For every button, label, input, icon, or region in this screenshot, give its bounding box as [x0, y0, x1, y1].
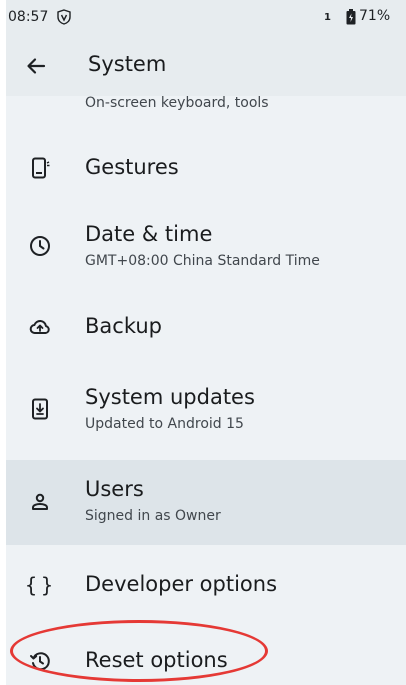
page-title: System	[88, 52, 167, 76]
list-item-subtitle: GMT+08:00 China Standard Time	[85, 253, 320, 269]
list-item-title: Reset options	[85, 648, 228, 672]
list-item-system-updates[interactable]: System updates Updated to Android 15	[6, 370, 406, 448]
status-bar: 08:57 1 71%	[6, 0, 406, 36]
list-item-title: Developer options	[85, 572, 278, 596]
list-item-backup[interactable]: Backup	[6, 288, 406, 366]
list-item-reset-options[interactable]: Reset options	[6, 624, 406, 685]
list-item-partial-subtitle[interactable]: On-screen keyboard, tools	[85, 95, 269, 111]
settings-screen: 08:57 1 71% System On-screen keyboard, t…	[6, 0, 406, 685]
battery-percent: 71%	[359, 8, 391, 24]
list-item-users[interactable]: Users Signed in as Owner	[6, 460, 406, 545]
clock-icon	[30, 236, 50, 256]
sim-indicator: 1	[324, 12, 331, 23]
code-braces-icon: {}	[24, 573, 58, 597]
system-update-icon	[32, 398, 48, 420]
list-item-gestures[interactable]: Gestures	[6, 129, 406, 207]
list-item-developer-options[interactable]: {} Developer options	[6, 546, 406, 624]
vpn-shield-icon	[57, 9, 71, 25]
person-icon	[32, 493, 48, 510]
status-time: 08:57	[8, 9, 49, 25]
cloud-upload-icon	[29, 320, 50, 334]
list-item-subtitle: Updated to Android 15	[85, 416, 244, 432]
list-item-title: Date & time	[85, 222, 213, 246]
list-item-title: System updates	[85, 385, 255, 409]
list-item-subtitle: Signed in as Owner	[85, 508, 221, 524]
list-item-date-time[interactable]: Date & time GMT+08:00 China Standard Tim…	[6, 207, 406, 285]
list-item-title: Backup	[85, 314, 162, 338]
arrow-left-icon[interactable]	[20, 50, 52, 82]
list-item-title: Gestures	[85, 155, 179, 179]
app-bar: System	[6, 36, 406, 96]
battery-icon	[346, 9, 356, 25]
list-item-title: Users	[85, 477, 144, 501]
history-icon	[30, 652, 50, 671]
phone-gesture-icon	[32, 157, 50, 179]
